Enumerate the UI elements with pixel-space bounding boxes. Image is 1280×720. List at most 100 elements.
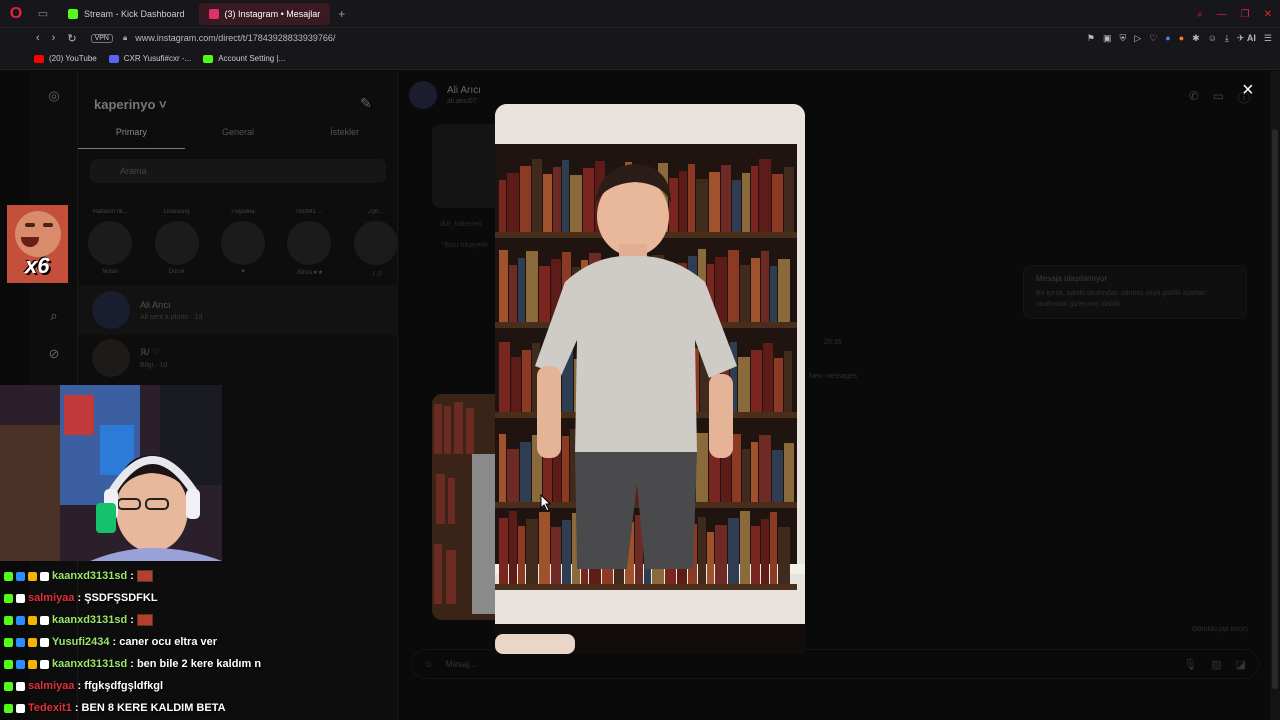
conversation-username: ali.arici07 (447, 98, 477, 105)
new-tab-button[interactable]: + (338, 7, 345, 21)
microphone-icon[interactable]: 🎙︎ (1183, 658, 1197, 671)
mouse-cursor-icon (540, 494, 552, 512)
book-spine (763, 343, 773, 412)
sub-badge-icon (16, 571, 25, 581)
sub-badge-icon (16, 637, 25, 647)
conversation-header[interactable]: Ali Arıcı ali.arici07 (409, 81, 481, 109)
download-icon[interactable]: ⤓ (1225, 33, 1229, 44)
extension-orange-icon[interactable]: ● (1179, 33, 1184, 43)
maximize-button[interactable]: ❐ (1241, 9, 1250, 20)
page-scrollbar[interactable] (1270, 71, 1280, 720)
kick-badge-icon (4, 659, 13, 669)
scrollbar-thumb[interactable] (1272, 129, 1278, 689)
chat-message: kaanxd3131sd : (0, 609, 278, 631)
puzzle-icon[interactable]: ✱ (1192, 33, 1200, 44)
conversation-actions: ✆ ▭ ⓘ (1189, 89, 1250, 106)
menu-icon[interactable]: ☰ (1264, 33, 1272, 44)
message-input[interactable]: Mesaj... (445, 659, 477, 669)
chat-emote-icon (136, 570, 153, 582)
book-spine (778, 259, 790, 322)
close-window-button[interactable]: ✕ (1264, 9, 1272, 20)
book-spine (751, 166, 758, 232)
snapshot-icon[interactable]: ▣ (1103, 33, 1112, 44)
book-spine (526, 251, 538, 322)
tab-instagram-messages[interactable]: (3) Instagram • Mesajlar (198, 2, 331, 25)
lock-icon[interactable]: 🔒︎ (123, 33, 127, 43)
image-icon[interactable]: ▨ (1211, 658, 1221, 671)
explore-icon[interactable]: ⊘ (45, 345, 63, 363)
chat-message: salmiyaa : ffgkşdfgşldfkgl (0, 675, 278, 697)
forward-icon[interactable]: › (52, 32, 56, 45)
tab-primary[interactable]: Primary (78, 127, 185, 149)
book-spine (784, 351, 792, 412)
note-text: Паузина (231, 209, 255, 215)
note-text: Lovesong (163, 209, 190, 215)
gift-badge-icon (28, 637, 37, 647)
thread-item[interactable]: Ali Arıcı Ali sent a photo · 1d (78, 285, 398, 335)
extension-blue-icon[interactable]: ● (1165, 33, 1170, 43)
opera-logo-icon[interactable]: O (0, 0, 32, 28)
search-icon[interactable]: ⌕ (45, 307, 63, 325)
book-spine (553, 167, 561, 232)
heart-icon[interactable]: ♡ (1149, 33, 1157, 44)
tab-label: (3) Instagram • Mesajlar (224, 8, 321, 19)
tab-requests[interactable]: İstekler (291, 127, 398, 149)
tab-general[interactable]: General (185, 127, 292, 149)
book-spine (772, 450, 783, 502)
video-call-icon[interactable]: ▭ (1213, 89, 1224, 106)
compose-icon[interactable]: ✎ (360, 95, 372, 112)
shield-icon[interactable]: ⛨ (1120, 33, 1127, 44)
profile-icon[interactable]: ☺ (1208, 33, 1217, 43)
book-spine (499, 180, 506, 232)
note-text: Zyn... (368, 209, 384, 215)
message-timestamp: 20:35 (824, 339, 842, 346)
sticker-icon[interactable]: ◪ (1236, 658, 1246, 671)
chat-text: : (130, 570, 134, 582)
bookmark-discord[interactable]: CXR Yusufi#cxr -... (108, 54, 191, 63)
book-spine (520, 166, 531, 232)
book-spine (562, 520, 571, 584)
emoji-icon[interactable]: ☺ (424, 659, 433, 669)
bookmark-youtube[interactable]: (20) YouTube (34, 54, 97, 63)
address-bar: ‹ › ↻ VPN 🔒︎ www.instagram.com/direct/t/… (0, 28, 1280, 48)
note-item[interactable]: Haftanın İlk... Notun (88, 209, 133, 289)
book-spine (669, 178, 678, 232)
minimize-button[interactable]: — (1217, 9, 1227, 20)
bookmark-icon[interactable]: ⚑ (1087, 33, 1095, 44)
player-icon[interactable]: ▷ (1134, 33, 1141, 44)
note-item[interactable]: 0N3M1 ... -Sirius★★ (287, 209, 332, 289)
url-field[interactable]: www.instagram.com/direct/t/1784392883393… (135, 33, 335, 43)
reload-icon[interactable]: ↻ (67, 32, 76, 45)
account-switcher[interactable]: kaperinyo ˅ (94, 97, 167, 112)
gift-badge-icon (28, 659, 37, 669)
workspace-icon[interactable]: ▭ (32, 0, 54, 28)
vpn-badge[interactable]: VPN (90, 33, 113, 43)
book-spine (742, 449, 750, 502)
instagram-logo-icon[interactable]: ◎ (45, 87, 63, 105)
tab-kick-dashboard[interactable]: Stream - Kick Dashboard (58, 3, 195, 25)
thread-item[interactable]: ℝ/ ♡ Bilgi · 1d (78, 333, 398, 383)
sub-badge-icon (16, 615, 25, 625)
bookmark-account-setting[interactable]: Account Setting |... (203, 54, 285, 63)
book-spine (778, 527, 790, 584)
note-name: -Sirius★★ (295, 270, 324, 276)
search-tabs-icon[interactable]: ⌕ (1197, 9, 1203, 20)
back-icon[interactable]: ‹ (36, 32, 40, 45)
shared-post-thumbnail[interactable] (432, 124, 496, 208)
close-lightbox-button[interactable]: × (1242, 80, 1254, 100)
note-item[interactable]: Lovesong Doruk (154, 209, 199, 289)
note-item[interactable]: Zyn... - ! ジ (353, 209, 398, 289)
aria-ai-button[interactable]: ✈ AI (1237, 33, 1256, 44)
youtube-icon (34, 54, 44, 63)
note-item[interactable]: Паузина ♥ (221, 209, 266, 289)
chat-username: kaanxd3131sd (52, 570, 128, 582)
phone-icon[interactable]: ✆ (1189, 89, 1199, 106)
book-spine (507, 449, 519, 502)
search-input[interactable]: Arama (90, 159, 386, 183)
book-spine (715, 525, 727, 584)
photo-message-thumbnail[interactable] (432, 394, 496, 620)
expanded-photo[interactable] (495, 104, 805, 654)
verified-badge-icon (16, 593, 25, 603)
book-spine (738, 357, 750, 412)
unavailable-message-notice: Mesaja ulaşılamıyor Bu içerik, sahibi ta… (1023, 265, 1247, 319)
